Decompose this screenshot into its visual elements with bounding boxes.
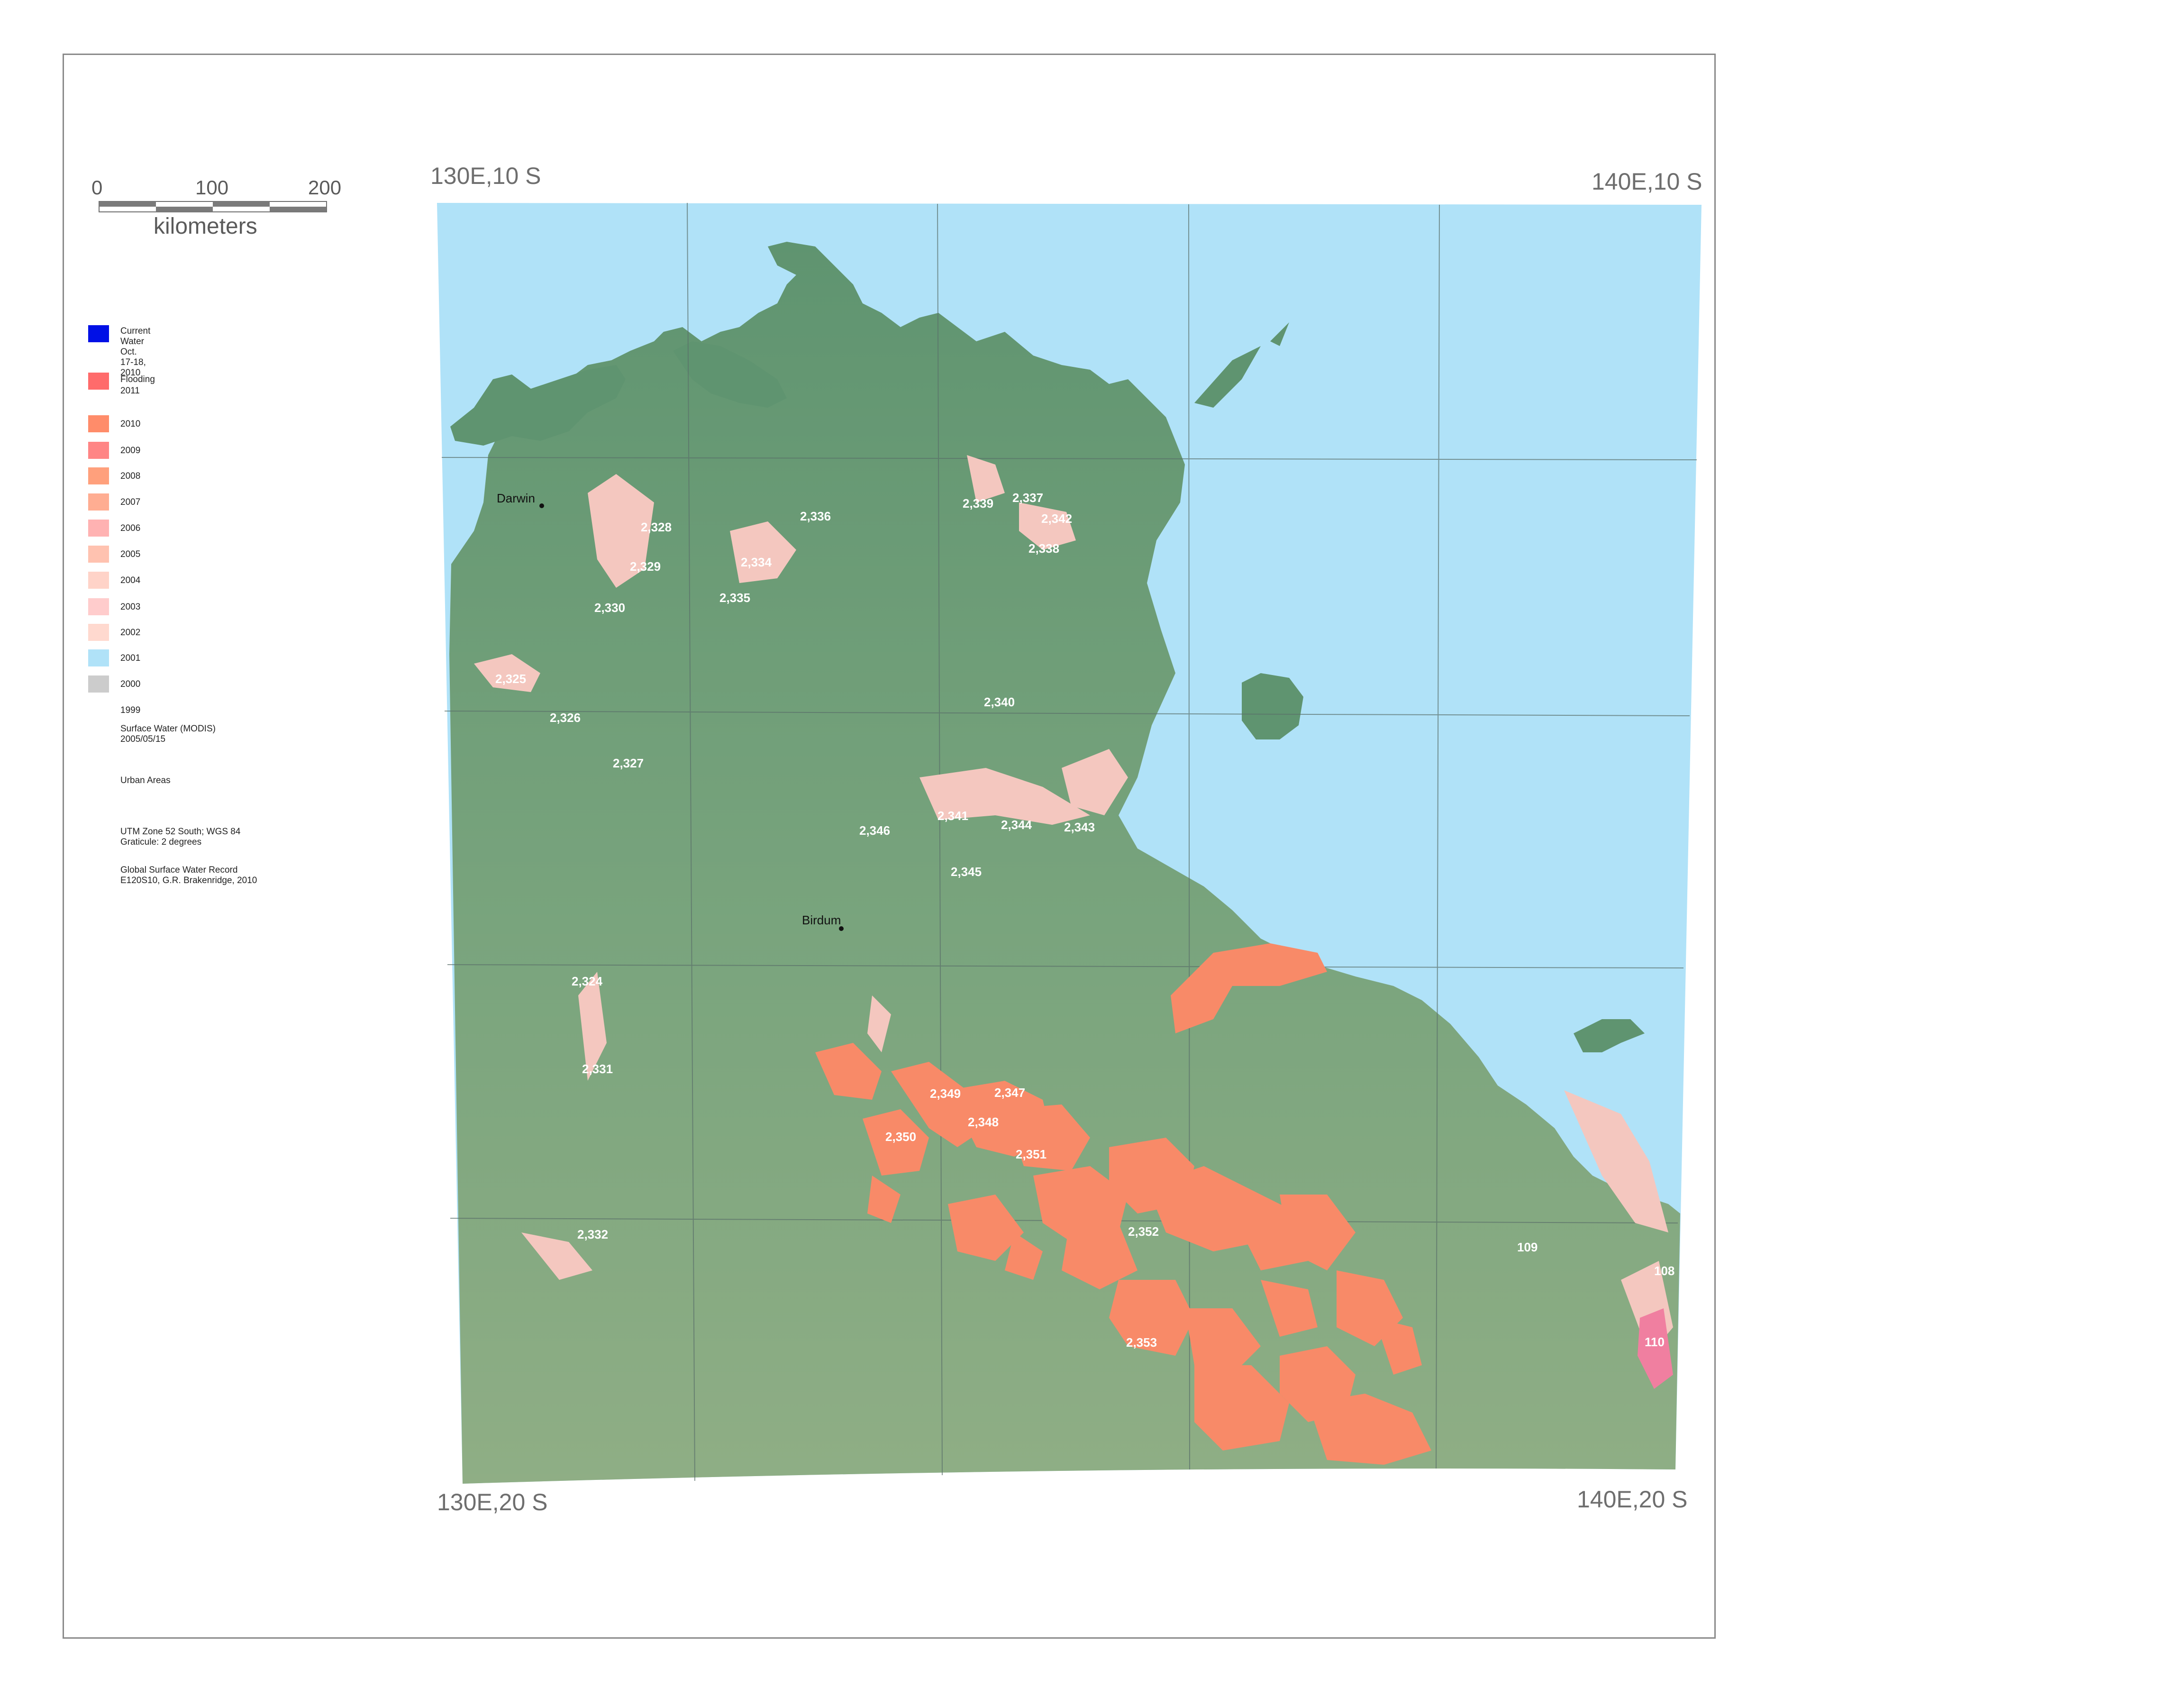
scale-units: kilometers xyxy=(154,214,257,239)
scale-tick-200: 200 xyxy=(308,176,342,199)
legend-urban: Urban Areas xyxy=(120,776,171,785)
legend-year-2010: 2010 xyxy=(120,419,141,429)
legend-year-2004: 2004 xyxy=(120,575,141,585)
legend-year-2006: 2006 xyxy=(120,523,141,533)
legend-year-2007: 2007 xyxy=(120,497,141,507)
legend-surface-water: Surface Water (MODIS) 2005/05/15 xyxy=(120,724,216,744)
event-label: 2,326 xyxy=(550,711,581,725)
legend-swatch-2004 xyxy=(88,572,109,589)
legend-year-1999: 1999 xyxy=(120,705,141,715)
corner-top-right: 140E,10 S xyxy=(1592,168,1702,195)
legend-swatch-2002 xyxy=(88,624,109,641)
event-label: 2,328 xyxy=(641,520,672,534)
event-label: 2,334 xyxy=(741,555,772,569)
city-label-birdum: Birdum xyxy=(802,913,841,927)
legend-year-2003: 2003 xyxy=(120,602,141,612)
legend-projection: UTM Zone 52 South; WGS 84 Graticule: 2 d… xyxy=(120,827,241,847)
legend-year-2005: 2005 xyxy=(120,549,141,559)
corner-bottom-right: 140E,20 S xyxy=(1577,1486,1688,1513)
corner-bottom-left: 130E,20 S xyxy=(437,1489,548,1515)
legend-year-2008: 2008 xyxy=(120,471,141,481)
event-label: 2,331 xyxy=(582,1062,613,1076)
event-label: 2,351 xyxy=(1016,1147,1047,1161)
event-label: 2,337 xyxy=(1012,491,1044,505)
legend-year-2000: 2000 xyxy=(120,679,141,689)
legend-current-water-label: Current Water Oct. 17-18, 2010 xyxy=(120,326,151,378)
event-label: 2,325 xyxy=(495,672,527,686)
event-label: 2,353 xyxy=(1126,1335,1157,1350)
legend-swatch-2003 xyxy=(88,598,109,615)
legend-credit: Global Surface Water Record E120S10, G.R… xyxy=(120,865,257,885)
event-label: 2,335 xyxy=(719,591,751,605)
legend-swatch-2007 xyxy=(88,493,109,511)
scale-tick-0: 0 xyxy=(91,176,103,199)
event-label: 2,347 xyxy=(994,1086,1026,1100)
legend-swatch-2000 xyxy=(88,675,109,693)
event-label: 2,324 xyxy=(572,974,603,988)
legend-swatch-2010 xyxy=(88,415,109,432)
legend-swatch-2001 xyxy=(88,649,109,666)
event-label: 2,345 xyxy=(951,865,982,879)
legend-flooding-title: Flooding xyxy=(120,374,155,384)
event-label: 2,330 xyxy=(594,601,626,615)
event-label: 2,348 xyxy=(968,1115,999,1129)
legend-swatch-2005 xyxy=(88,546,109,563)
scale-tick-100: 100 xyxy=(195,176,229,199)
event-label: 2,341 xyxy=(937,809,969,823)
legend-swatch-2006 xyxy=(88,520,109,537)
scale-bar xyxy=(99,201,327,212)
legend-year-2009: 2009 xyxy=(120,446,141,456)
event-label: 109 xyxy=(1517,1240,1538,1254)
event-label: 2,338 xyxy=(1028,541,1060,556)
event-label: 2,339 xyxy=(963,496,994,511)
event-label: 2,350 xyxy=(885,1130,917,1144)
event-label: 108 xyxy=(1654,1264,1675,1278)
legend-swatch-2008 xyxy=(88,467,109,484)
event-label: 2,342 xyxy=(1041,511,1073,526)
event-label: 2,340 xyxy=(984,695,1015,709)
legend-year-2002: 2002 xyxy=(120,628,141,638)
event-label: 2,332 xyxy=(577,1227,609,1241)
event-label: 2,327 xyxy=(613,756,644,770)
event-label: 110 xyxy=(1645,1335,1665,1349)
event-label: 2,336 xyxy=(800,509,831,523)
legend-year-2001: 2001 xyxy=(120,653,141,663)
legend-swatch-current-water xyxy=(88,325,109,342)
event-label: 2,329 xyxy=(630,559,661,574)
map-canvas xyxy=(99,201,1702,1484)
legend-year-2011: 2011 xyxy=(120,386,140,396)
legend-swatch-2009 xyxy=(88,442,109,459)
city-label-darwin: Darwin xyxy=(497,491,535,505)
corner-top-left: 130E,10 S xyxy=(430,163,541,189)
event-label: 2,352 xyxy=(1128,1224,1159,1239)
event-label: 2,349 xyxy=(930,1086,961,1101)
event-label: 2,343 xyxy=(1064,820,1095,834)
event-label: 2,346 xyxy=(859,823,891,838)
legend-swatch-2011 xyxy=(88,373,109,390)
event-label: 2,344 xyxy=(1001,818,1032,832)
